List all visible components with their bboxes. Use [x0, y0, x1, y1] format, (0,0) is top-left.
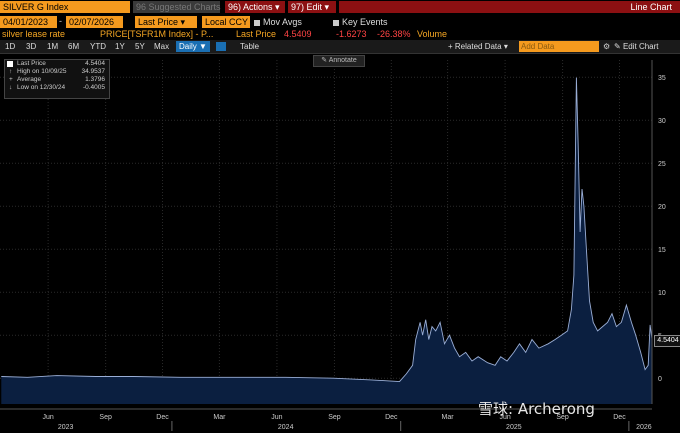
actions-menu[interactable]: 96) Actions ▾: [225, 1, 285, 13]
x-year-label: 2023: [58, 424, 74, 431]
line-chart[interactable]: 05101520253035 JunSepDecMarJunSepDecMarJ…: [0, 54, 680, 433]
related-data-button[interactable]: + Related Data ▾: [448, 41, 508, 52]
last-price-axis-tag: 4.5404: [654, 335, 680, 347]
series-last-value: 4.5409: [284, 29, 312, 39]
period-select[interactable]: Daily ▼: [176, 41, 210, 52]
legend-high: ↑ High on 10/09/25 34.9537: [9, 68, 105, 75]
watermark: 雪球: Archerong: [478, 400, 595, 418]
chart-series-area: [1, 77, 653, 404]
legend-average: + Average 1.3796: [9, 76, 105, 83]
plus-icon: +: [9, 76, 13, 83]
range-6m[interactable]: 6M: [68, 41, 79, 52]
y-tick-label: 10: [658, 290, 666, 297]
chart-legend: Last Price 4.5404 ↑ High on 10/09/25 34.95…: [4, 59, 110, 99]
field-select[interactable]: Last Price ▾: [135, 16, 197, 28]
range-1d[interactable]: 1D: [5, 41, 15, 52]
y-tick-label: 0: [658, 376, 662, 383]
series-security: PRICE[TSFR1M Index] - P...: [100, 29, 214, 39]
legend-swatch: [7, 61, 13, 67]
range-5y[interactable]: 5Y: [135, 41, 145, 52]
y-tick-label: 30: [658, 118, 666, 125]
x-tick-label: Dec: [613, 414, 626, 421]
range-1y[interactable]: 1Y: [115, 41, 125, 52]
key-events-checkbox[interactable]: [333, 19, 339, 26]
settings-icon[interactable]: ⚙: [603, 41, 610, 52]
x-tick-label: Dec: [156, 414, 169, 421]
x-tick-label: Jun: [271, 414, 282, 421]
annotate-button[interactable]: ✎ Annotate: [313, 55, 365, 67]
edit-chart-button[interactable]: ✎ Edit Chart: [614, 41, 659, 52]
series-volume: Volume: [417, 29, 448, 39]
legend-last-price: Last Price 4.5404: [5, 60, 109, 68]
table-button[interactable]: Table: [240, 41, 259, 52]
x-tick-label: Mar: [442, 414, 455, 421]
date-toolbar: 04/01/2023 - 02/07/2026 Last Price ▾ Loc…: [0, 14, 680, 29]
top-toolbar: SILVER G Index 96 Suggested Charts 96) A…: [0, 0, 680, 14]
range-ytd[interactable]: YTD: [90, 41, 106, 52]
edit-menu[interactable]: 97) Edit ▾: [288, 1, 336, 13]
suggested-charts-button[interactable]: 96 Suggested Charts: [133, 1, 221, 13]
y-tick-label: 35: [658, 75, 666, 82]
series-pct-change: -26.38%: [377, 29, 411, 39]
series-fill: [1, 77, 653, 404]
line-chart-icon[interactable]: [216, 42, 226, 51]
x-tick-label: Dec: [385, 414, 398, 421]
series-change: -1.6273: [336, 29, 367, 39]
legend-low: ↓ Low on 12/30/24 -0.4005: [9, 84, 105, 91]
up-arrow-icon: ↑: [9, 68, 13, 75]
x-year-label: 2025: [506, 424, 522, 431]
y-tick-label: 15: [658, 247, 666, 254]
key-events-toggle[interactable]: Key Events: [333, 16, 388, 28]
y-tick-label: 20: [658, 204, 666, 211]
x-year-label: 2026: [636, 424, 652, 431]
range-1m[interactable]: 1M: [47, 41, 58, 52]
x-year-label: 2024: [278, 424, 294, 431]
date-separator: -: [59, 16, 62, 26]
chart-type-label: Line Chart: [339, 1, 680, 13]
range-3d[interactable]: 3D: [26, 41, 36, 52]
range-toolbar: 1D 3D 1M 6M YTD 1Y 5Y Max Daily ▼ Table …: [0, 40, 680, 54]
down-arrow-icon: ↓: [9, 84, 13, 91]
end-date-input[interactable]: 02/07/2026: [66, 16, 123, 28]
currency-select[interactable]: Local CCY ▾: [202, 16, 255, 28]
series-line: [1, 77, 653, 383]
series-title-line: silver lease rate PRICE[TSFR1M Index] - …: [0, 29, 680, 40]
mov-avgs-toggle[interactable]: Mov Avgs: [254, 16, 302, 28]
mov-avgs-checkbox[interactable]: [254, 19, 260, 26]
add-data-input[interactable]: Add Data: [519, 41, 599, 52]
y-tick-label: 25: [658, 161, 666, 168]
start-date-input[interactable]: 04/01/2023: [0, 16, 57, 28]
y-axis: 05101520253035: [651, 60, 666, 404]
x-tick-label: Mar: [213, 414, 226, 421]
x-tick-label: Sep: [99, 414, 112, 421]
x-tick-label: Jun: [42, 414, 53, 421]
series-field: Last Price: [236, 29, 277, 39]
x-tick-label: Sep: [328, 414, 341, 421]
range-max[interactable]: Max: [154, 41, 169, 52]
series-name: silver lease rate: [2, 29, 66, 39]
ticker-field[interactable]: SILVER G Index: [0, 1, 130, 13]
